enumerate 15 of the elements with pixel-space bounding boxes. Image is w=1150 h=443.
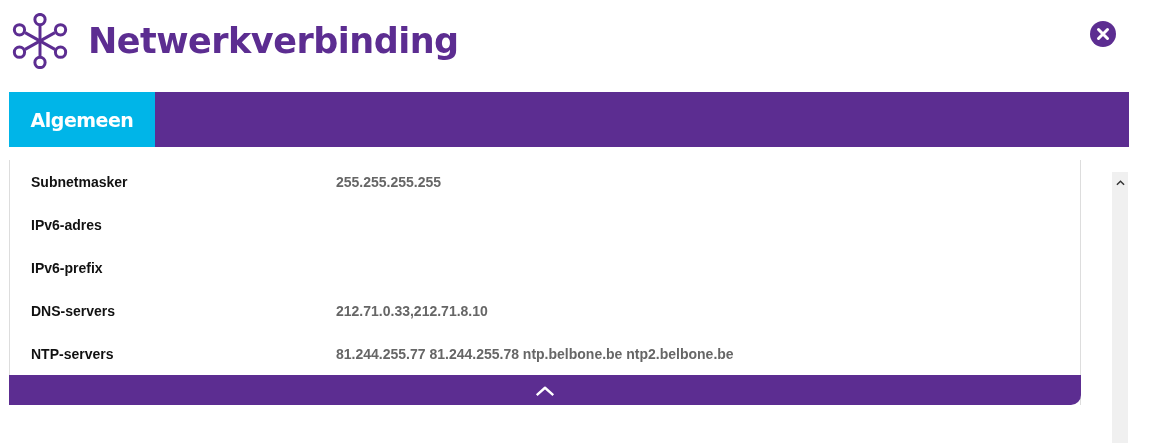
network-icon (10, 13, 70, 69)
field-label: NTP-servers (31, 345, 115, 362)
field-label: DNS-servers (31, 302, 117, 319)
scrollbar[interactable] (1112, 172, 1128, 443)
field-label: IPv6-prefix (31, 259, 104, 276)
collapse-button[interactable] (9, 375, 1081, 405)
field-label: Subnetmasker (31, 173, 129, 190)
field-value: 81.244.255.77 81.244.255.78 ntp.belbone.be ntp2.belbone.be (336, 345, 734, 362)
close-button[interactable] (1090, 21, 1116, 47)
field-value: 212.71.0.33,212.71.8.10 (336, 302, 488, 319)
tab[interactable]: Algemeen (9, 92, 155, 147)
scroll-up-icon (1115, 180, 1125, 186)
field-label: IPv6-adres (31, 216, 103, 233)
window-title: Netwerkverbinding (88, 21, 460, 61)
field-value: 255.255.255.255 (336, 173, 442, 190)
